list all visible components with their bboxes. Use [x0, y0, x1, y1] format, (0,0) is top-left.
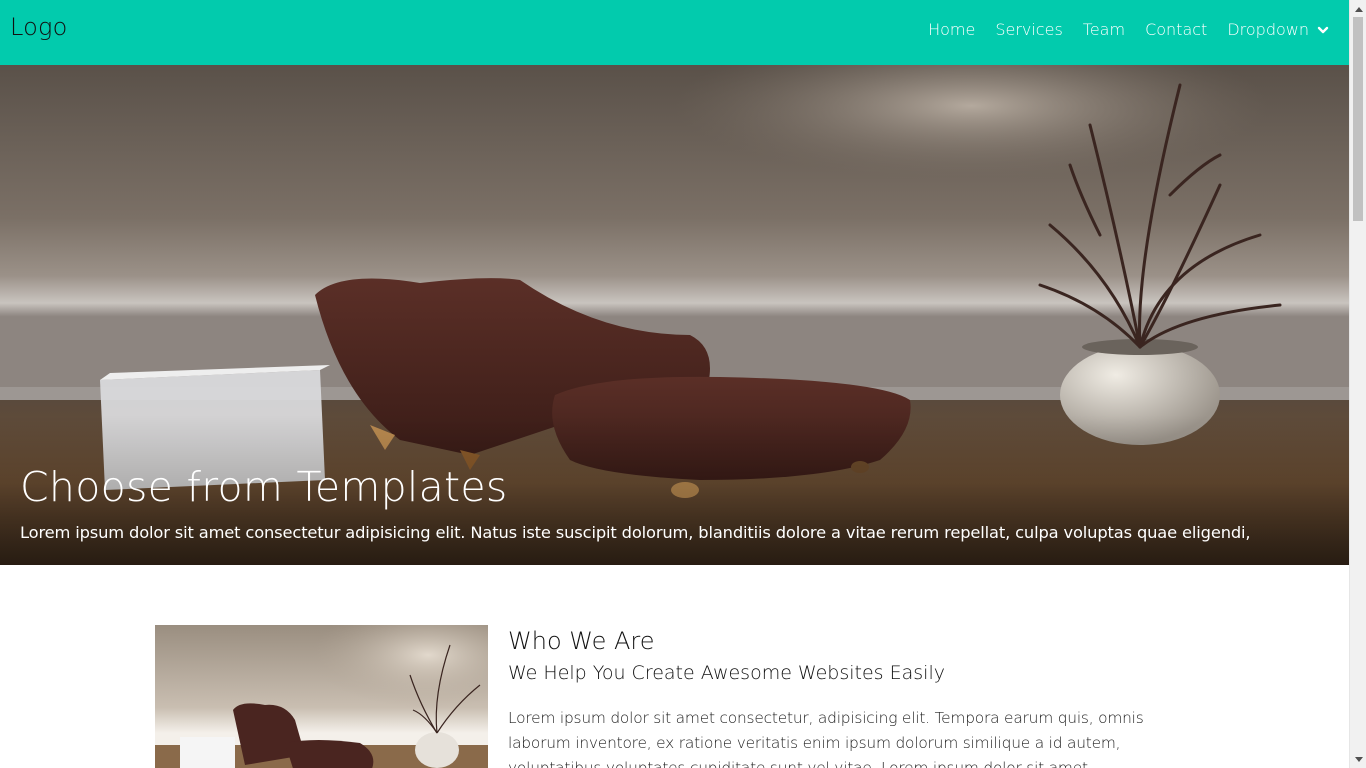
about-paragraph: Lorem ipsum dolor sit amet consectetur, …	[508, 709, 1144, 768]
about-image	[155, 625, 488, 768]
nav-home-link[interactable]: Home	[928, 20, 975, 39]
hero-subtitle: Lorem ipsum dolor sit amet consectetur a…	[20, 523, 1251, 542]
scrollbar-thumb[interactable]	[1353, 17, 1363, 221]
main-nav: Home Services Team Contact Dropdown	[928, 20, 1329, 39]
nav-dropdown-toggle[interactable]: Dropdown	[1227, 20, 1329, 39]
navbar: Logo Home Services Team Contact Dropdown	[0, 0, 1349, 65]
hero-title: Choose from Templates	[20, 463, 508, 511]
about-room-image	[155, 625, 488, 768]
nav-services-link[interactable]: Services	[995, 20, 1062, 39]
chevron-down-icon	[1317, 26, 1329, 33]
nav-dropdown-label: Dropdown	[1227, 20, 1309, 39]
page: Logo Home Services Team Contact Dropdown	[0, 0, 1349, 768]
logo[interactable]: Logo	[10, 13, 68, 41]
about-heading: Who We Are	[508, 627, 655, 655]
hero-banner: Choose from Templates Lorem ipsum dolor …	[0, 65, 1349, 565]
nav-contact-link[interactable]: Contact	[1145, 20, 1207, 39]
arrow-up-icon	[1354, 6, 1363, 12]
arrow-down-icon	[1354, 756, 1363, 762]
scroll-down-button[interactable]	[1350, 751, 1366, 768]
page-scrollbar[interactable]	[1349, 0, 1366, 768]
scroll-up-button[interactable]	[1350, 0, 1366, 17]
about-subheading: We Help You Create Awesome Websites Easi…	[508, 662, 945, 684]
nav-team-link[interactable]: Team	[1083, 20, 1125, 39]
